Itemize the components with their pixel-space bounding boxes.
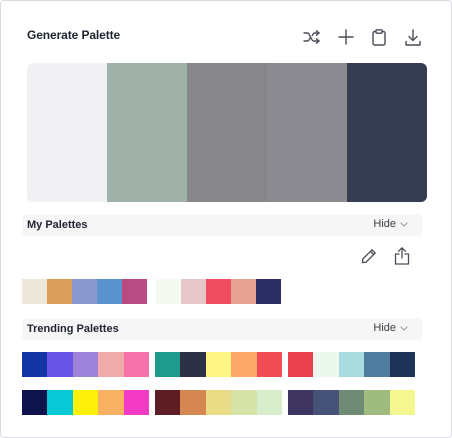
trending-palettes-header: Trending Palettes Hide	[22, 318, 422, 340]
add-color-button[interactable]	[330, 23, 362, 51]
color-cell-3	[72, 390, 99, 415]
shuffle-icon	[303, 30, 321, 44]
palette-toolbar	[293, 23, 433, 51]
hide-label: Hide	[373, 322, 396, 334]
clipboard-icon	[372, 28, 386, 46]
trending-palette-1[interactable]	[22, 352, 149, 377]
download-icon	[405, 28, 421, 46]
chevron-down-icon	[400, 221, 408, 227]
palette-swatch-3[interactable]	[187, 63, 267, 202]
trending-palette-6[interactable]	[288, 390, 415, 415]
palette-swatch-5[interactable]	[347, 63, 427, 202]
trending-palette-3[interactable]	[288, 352, 415, 377]
plus-icon	[338, 29, 354, 45]
edit-palettes-button[interactable]	[357, 247, 381, 269]
color-cell-2	[180, 390, 206, 415]
color-cell-4	[231, 279, 256, 304]
palette-swatch-4[interactable]	[267, 63, 347, 202]
color-cell-4	[364, 390, 390, 415]
color-cell-4	[97, 279, 122, 304]
color-cell-2	[180, 352, 206, 377]
color-cell-5	[256, 390, 282, 415]
color-cell-3	[205, 352, 232, 377]
color-cell-1	[22, 390, 48, 415]
color-cell-1	[288, 352, 314, 377]
trending-palette-5[interactable]	[155, 390, 282, 415]
color-cell-2	[313, 352, 339, 377]
color-cell-3	[72, 279, 97, 304]
color-cell-4	[98, 352, 124, 377]
color-cell-5	[389, 352, 415, 377]
section-title: My Palettes	[27, 219, 88, 231]
palette-swatch-1[interactable]	[27, 63, 107, 202]
color-cell-1	[288, 390, 314, 415]
share-icon	[394, 246, 410, 270]
chevron-down-icon	[400, 325, 408, 331]
trending-palette-2[interactable]	[155, 352, 282, 377]
generated-palette	[27, 63, 427, 202]
color-cell-2	[47, 279, 72, 304]
color-cell-5	[122, 279, 147, 304]
my-palettes-actions	[357, 246, 417, 270]
color-cell-1	[155, 390, 181, 415]
shuffle-button[interactable]	[296, 23, 328, 51]
download-button[interactable]	[397, 23, 429, 51]
palette-swatch-2[interactable]	[107, 63, 187, 202]
hide-label: Hide	[373, 218, 396, 230]
color-cell-5	[389, 390, 415, 415]
color-cell-1	[155, 352, 181, 377]
copy-palette-button[interactable]	[363, 23, 395, 51]
color-cell-2	[313, 390, 339, 415]
color-cell-3	[205, 390, 232, 415]
palette-panel: Generate Palette My Palettes Hide Trendi…	[0, 0, 452, 438]
color-cell-4	[364, 352, 390, 377]
my-palettes-header: My Palettes Hide	[22, 214, 422, 236]
color-cell-2	[47, 352, 73, 377]
my-palette-2[interactable]	[156, 279, 281, 304]
color-cell-5	[123, 390, 149, 415]
pencil-icon	[361, 248, 377, 269]
my-palette-1[interactable]	[22, 279, 147, 304]
color-cell-2	[181, 279, 206, 304]
color-cell-4	[231, 352, 257, 377]
color-cell-5	[256, 352, 282, 377]
share-palettes-button[interactable]	[390, 246, 414, 270]
color-cell-4	[98, 390, 124, 415]
section-title: Trending Palettes	[27, 323, 119, 335]
color-cell-5	[123, 352, 149, 377]
panel-title: Generate Palette	[27, 28, 121, 42]
trending-palettes-hide-toggle[interactable]: Hide	[373, 322, 408, 334]
color-cell-4	[231, 390, 257, 415]
color-cell-3	[338, 390, 365, 415]
color-cell-3	[72, 352, 99, 377]
color-cell-1	[156, 279, 181, 304]
color-cell-1	[22, 279, 47, 304]
color-cell-3	[206, 279, 231, 304]
my-palettes-hide-toggle[interactable]: Hide	[373, 218, 408, 230]
color-cell-2	[47, 390, 73, 415]
trending-palette-4[interactable]	[22, 390, 149, 415]
color-cell-3	[338, 352, 365, 377]
color-cell-5	[256, 279, 281, 304]
color-cell-1	[22, 352, 48, 377]
